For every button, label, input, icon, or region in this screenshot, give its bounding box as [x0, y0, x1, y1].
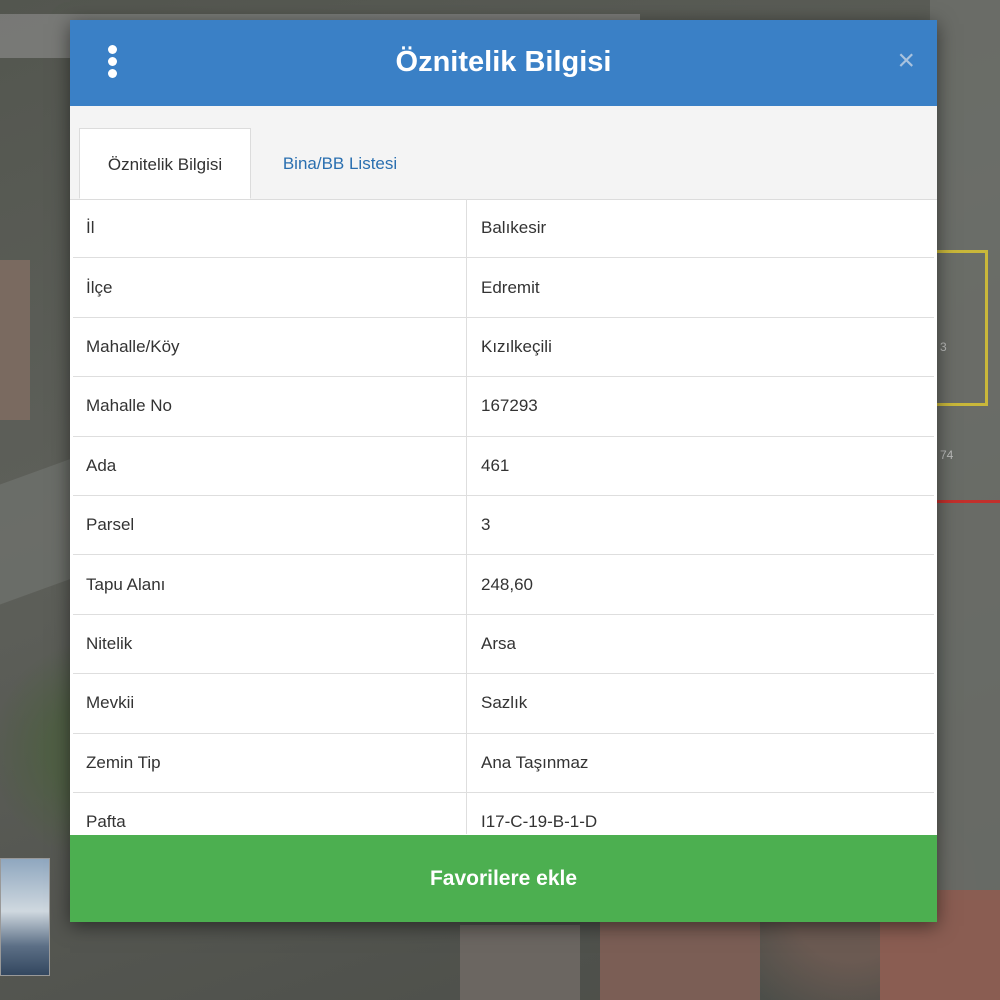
- attribute-value: Balıkesir: [481, 218, 547, 238]
- map-building: [460, 925, 580, 1000]
- table-row: Zemin Tip Ana Taşınmaz: [73, 733, 934, 793]
- attribute-value: Kızılkeçili: [481, 336, 552, 356]
- attribute-table: İl Balıkesir İlçe Edremit Mahalle/Köy Kızılke…: [73, 199, 934, 834]
- attribute-key: Mahalle No: [73, 377, 467, 436]
- tab-attribute-info[interactable]: Öznitelik Bilgisi: [79, 128, 251, 199]
- attribute-key: İl: [73, 199, 467, 258]
- map-parcel-outline: [930, 250, 988, 406]
- attribute-key: Pafta: [73, 792, 467, 834]
- attribute-key: İlçe: [73, 258, 467, 317]
- attribute-value: Arsa: [481, 633, 516, 653]
- attribute-value: I17-C-19-B-1-D: [481, 812, 598, 832]
- map-road: [0, 455, 80, 605]
- map-parcel-label: 3: [940, 340, 947, 354]
- table-row: Ada 461: [73, 436, 934, 496]
- map-building: [0, 260, 30, 420]
- attribute-value: 461: [481, 455, 510, 475]
- attribute-key: Mahalle/Köy: [73, 317, 467, 377]
- add-to-favorites-button[interactable]: Favorilere ekle: [70, 835, 937, 922]
- attribute-value: Sazlık: [481, 693, 528, 713]
- street-view-thumbnail[interactable]: [0, 858, 50, 976]
- dialog-header: Öznitelik Bilgisi ×: [70, 20, 937, 106]
- attribute-dialog: Öznitelik Bilgisi × Öznitelik Bilgisi Bi…: [70, 20, 937, 922]
- table-row: Mahalle No 167293: [73, 377, 934, 437]
- attribute-key: Nitelik: [73, 614, 467, 674]
- attribute-key: Ada: [73, 436, 467, 495]
- map-parcel-label: 74: [940, 448, 954, 462]
- attribute-key: Parsel: [73, 495, 467, 555]
- table-row: Tapu Alanı 248,60: [73, 555, 934, 615]
- table-row: Mahalle/Köy Kızılkeçili: [73, 317, 934, 378]
- map-parcel-outline: [937, 500, 1000, 513]
- table-row: Mevkii Sazlık: [73, 674, 934, 734]
- attribute-key: Mevkii: [73, 674, 467, 733]
- attribute-value: Ana Taşınmaz: [481, 752, 589, 772]
- attribute-value: 3: [481, 515, 491, 535]
- map-building: [600, 920, 760, 1000]
- tab-building-list[interactable]: Bina/BB Listesi: [260, 128, 420, 199]
- table-row: İl Balıkesir: [73, 199, 934, 259]
- attribute-key: Tapu Alanı: [73, 555, 467, 614]
- table-row: Parsel 3: [73, 495, 934, 556]
- attribute-key: Zemin Tip: [73, 733, 467, 792]
- table-row: İlçe Edremit: [73, 258, 934, 318]
- table-row: Pafta I17-C-19-B-1-D: [73, 792, 934, 834]
- attribute-value: 248,60: [481, 574, 533, 594]
- close-icon[interactable]: ×: [897, 46, 915, 76]
- table-row: Nitelik Arsa: [73, 614, 934, 675]
- attribute-value: 167293: [481, 396, 538, 416]
- attribute-value: Edremit: [481, 277, 540, 297]
- dialog-title: Öznitelik Bilgisi: [395, 46, 612, 78]
- tab-bar: Öznitelik Bilgisi Bina/BB Listesi: [70, 106, 937, 200]
